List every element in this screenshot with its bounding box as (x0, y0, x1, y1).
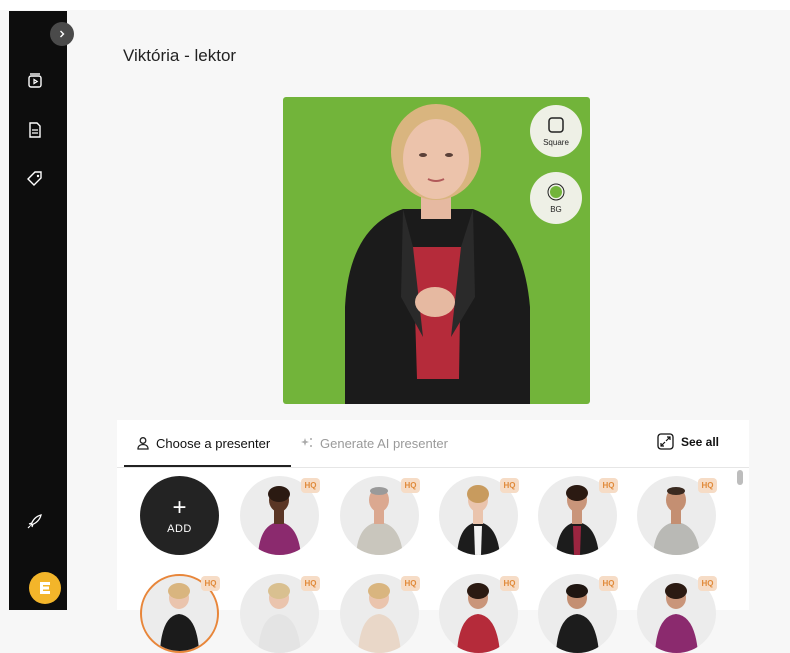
expand-icon (657, 433, 674, 450)
sparkle-icon (301, 438, 312, 447)
see-all-label: See all (680, 434, 719, 449)
presenter-list-scrollbar[interactable] (737, 470, 743, 485)
tab-choose-label: Choose a presenter (156, 435, 271, 451)
hq-badge: HQ (599, 576, 618, 591)
square-label: Square (543, 137, 569, 147)
hq-badge: HQ (301, 478, 320, 493)
hq-badge: HQ (301, 576, 320, 591)
square-format-button[interactable]: Square (530, 105, 582, 157)
hq-badge: HQ (500, 478, 519, 493)
document-icon[interactable] (25, 120, 45, 140)
sidebar (9, 11, 67, 610)
person-icon (137, 437, 149, 450)
hq-badge: HQ (500, 576, 519, 591)
hq-badge: HQ (401, 576, 420, 591)
presenter-preview: Square BG (283, 97, 590, 404)
rocket-icon[interactable] (25, 511, 45, 531)
tab-generate-ai-presenter[interactable]: Generate AI presenter (300, 420, 448, 466)
background-color-button[interactable]: BG (530, 172, 582, 224)
chevron-right-icon (60, 30, 65, 38)
hq-badge: HQ (401, 478, 420, 493)
app-logo[interactable] (29, 572, 61, 604)
tag-icon[interactable] (25, 169, 45, 189)
plus-icon: + (172, 493, 187, 521)
tab-generate-label: Generate AI presenter (320, 435, 448, 451)
hq-badge: HQ (599, 478, 618, 493)
sidebar-expand-button[interactable] (50, 22, 74, 46)
bg-label: BG (550, 204, 562, 214)
add-label: ADD (167, 522, 192, 535)
square-icon (548, 116, 564, 133)
hq-badge: HQ (698, 576, 717, 591)
top-band (0, 0, 790, 10)
tab-choose-presenter[interactable]: Choose a presenter (136, 420, 270, 466)
panel-divider (117, 467, 749, 468)
video-library-icon[interactable] (25, 71, 45, 91)
background-color-icon (547, 183, 565, 200)
see-all-button[interactable]: See all (657, 433, 719, 450)
hq-badge: HQ (201, 576, 220, 591)
hq-badge: HQ (698, 478, 717, 493)
add-presenter-button[interactable]: + ADD (140, 476, 219, 555)
page-title: Viktória - lektor (123, 46, 237, 65)
